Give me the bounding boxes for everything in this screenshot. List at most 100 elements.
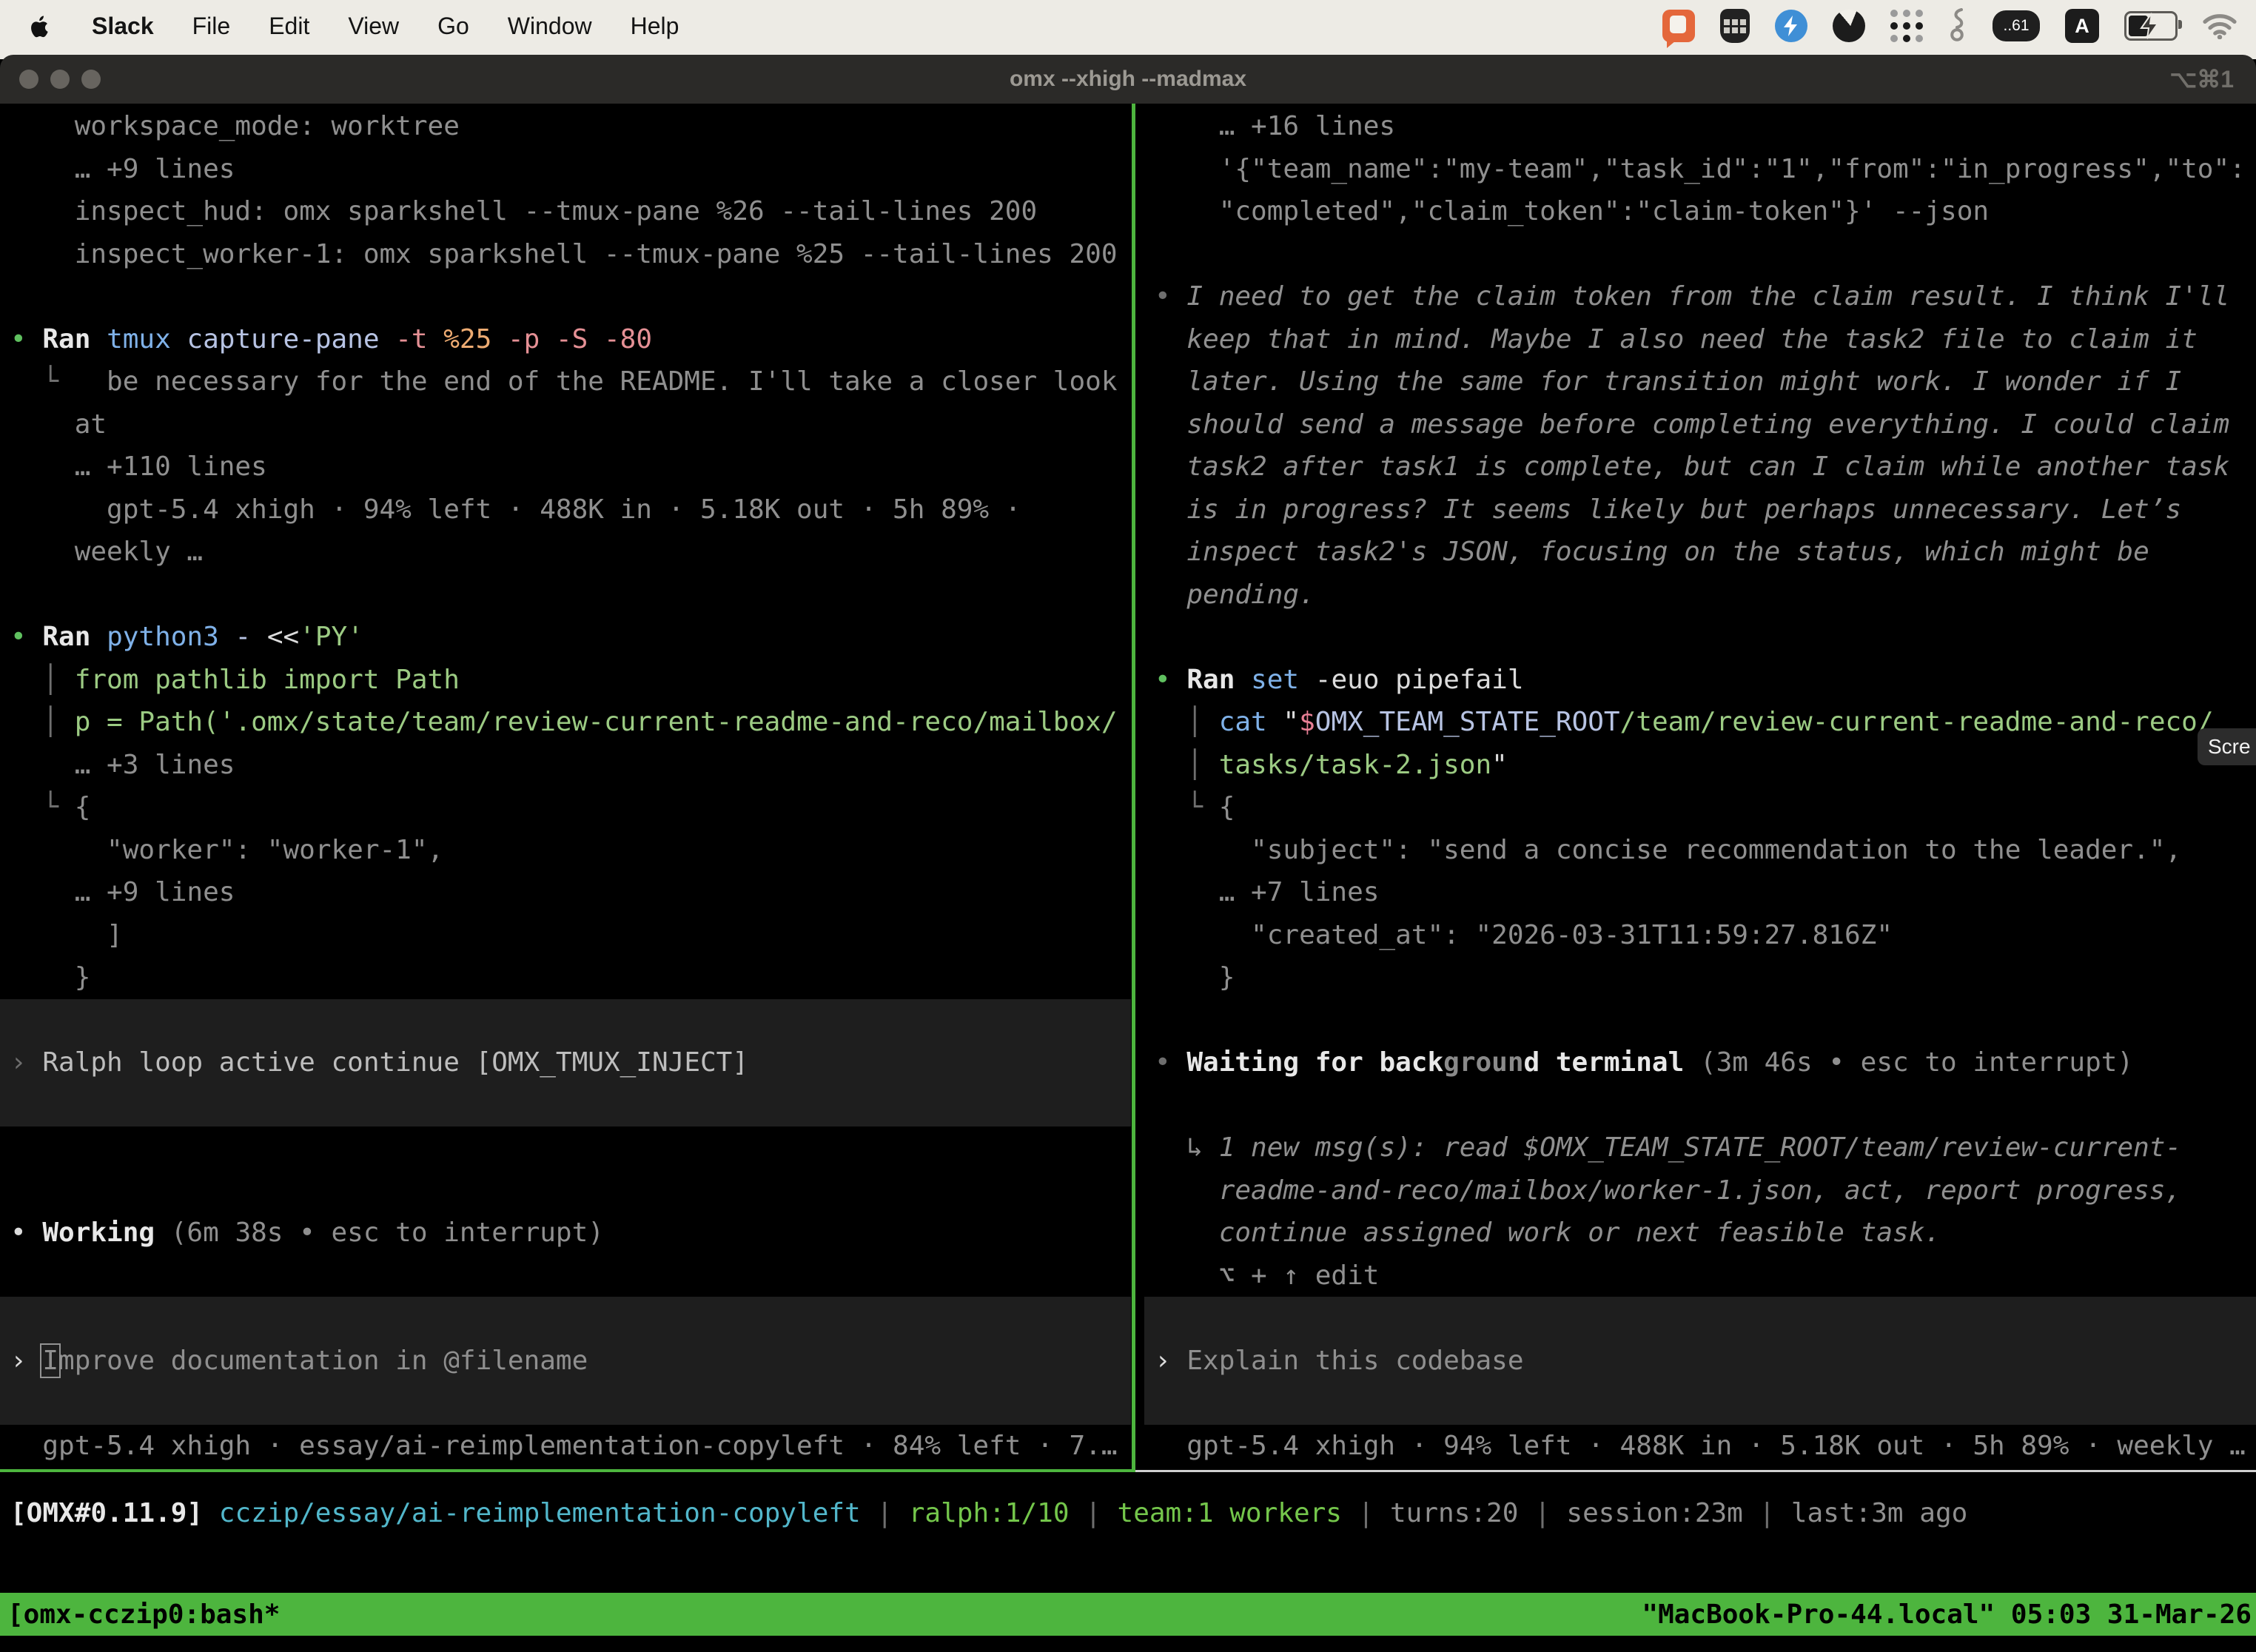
terminal-text: from pathlib import Path <box>75 665 460 695</box>
terminal-text: • <box>1155 281 1186 312</box>
terminal-text: Waiting for back <box>1186 1047 1443 1078</box>
terminal-line: │ p = Path('.omx/state/team/review-curre… <box>10 701 1131 744</box>
prompt-band[interactable]: › Improve documentation in @filename <box>0 1297 1131 1425</box>
menu-item-help[interactable]: Help <box>631 13 679 40</box>
terminal-text: " <box>1491 750 1508 780</box>
terminal-line: gpt-5.4 xhigh · 94% left · 488K in · 5.1… <box>1155 1425 2256 1468</box>
prompt-band[interactable]: › Ralph loop active continue [OMX_TMUX_I… <box>0 999 1131 1127</box>
tmux-host-clock: "MacBook-Pro-44.local" 05:03 31-Mar-26 <box>1642 1599 2256 1630</box>
terminal-line: ↳ 1 new msg(s): read $OMX_TEAM_STATE_ROO… <box>1155 1126 2256 1169</box>
window-titlebar[interactable]: omx --xhigh --madmax ⌥⌘1 <box>0 55 2256 104</box>
chat-app-icon[interactable] <box>1662 10 1695 42</box>
terminal-text: OMX_TEAM_STATE_ROOT <box>1315 707 1620 737</box>
dots-grid-icon[interactable] <box>1890 10 1923 42</box>
terminal-text: continue assigned work or next feasible … <box>1155 1218 1941 1248</box>
terminal-text: } <box>10 962 90 993</box>
squiggle-icon[interactable] <box>1948 8 1967 44</box>
terminal-text: • <box>1155 1047 1186 1078</box>
terminal-text: $ <box>1299 707 1315 737</box>
bolt-badge-icon[interactable] <box>1775 10 1807 42</box>
terminal-line: … +3 lines <box>10 744 1131 787</box>
terminal-line: │ tasks/task-2.json" <box>1155 744 2256 787</box>
terminal-line: • Ran python3 - <<'PY' <box>10 616 1131 659</box>
terminal-text: { <box>75 792 91 822</box>
apple-menu-icon[interactable] <box>27 9 53 43</box>
terminal-text: … +3 lines <box>10 750 235 780</box>
usage-badge[interactable]: ..61 <box>1993 10 2040 41</box>
terminal-line <box>10 1126 1131 1169</box>
terminal-text: Ran <box>1186 665 1251 695</box>
terminal-text: be necessary for the end of the README. … <box>58 366 1117 397</box>
terminal-line: • Ran set -euo pipefail <box>1155 659 2256 702</box>
terminal-line: • Ran tmux capture-pane -t %25 -p -S -80 <box>10 318 1131 361</box>
shield-grid-icon[interactable] <box>1720 9 1750 43</box>
menu-item-slack[interactable]: Slack <box>92 13 154 40</box>
terminal-text: "created_at": "2026-03-31T11:59:27.816Z" <box>1155 920 1893 950</box>
menu-item-go[interactable]: Go <box>437 13 469 40</box>
terminal-line: at <box>10 403 1131 446</box>
wifi-icon[interactable] <box>2203 13 2237 39</box>
terminal-text: | <box>1070 1498 1118 1528</box>
terminal-line: • I need to get the claim token from the… <box>1155 275 2256 318</box>
terminal-text: Explain this codebase <box>1186 1346 1523 1376</box>
terminal-text: " <box>1283 707 1299 737</box>
terminal-line: │ cat "$OMX_TEAM_STATE_ROOT/team/review-… <box>1155 701 2256 744</box>
terminal-line: … +9 lines <box>10 871 1131 914</box>
terminal-line: … +9 lines <box>10 148 1131 191</box>
terminal-text: | <box>861 1498 909 1528</box>
menu-item-window[interactable]: Window <box>508 13 592 40</box>
terminal-text: keep that in mind. Maybe I also need the… <box>1155 324 2198 355</box>
terminal-text: › <box>10 1346 42 1376</box>
keyboard-layout-icon[interactable]: A <box>2065 9 2099 43</box>
terminal-text: Ralph loop active continue [OMX_TMUX_INJ… <box>42 1047 748 1078</box>
terminal-text: { <box>1219 792 1235 822</box>
terminal-text: … +9 lines <box>10 877 235 907</box>
terminal-text: workspace_mode: worktree <box>10 111 460 141</box>
status-icons: ..61 A <box>1662 8 2256 44</box>
pie-menu-icon[interactable] <box>1833 10 1865 42</box>
terminal-text: gpt-5.4 xhigh · essay/ai-reimplementatio… <box>10 1431 1118 1461</box>
terminal-line: should send a message before completing … <box>1155 403 2256 446</box>
terminal-text: • <box>10 622 42 652</box>
tmux-status-bar: [omx-cczip0:bash* "MacBook-Pro-44.local"… <box>0 1593 2256 1636</box>
terminal-text: session:23m <box>1566 1498 1742 1528</box>
prompt-band[interactable]: › Explain this codebase <box>1144 1297 2256 1425</box>
terminal-text: Ran <box>42 324 107 355</box>
terminal-line: } <box>10 956 1131 999</box>
terminal-text: mprove documentation in @filename <box>58 1346 588 1376</box>
terminal-text: I <box>42 1346 58 1376</box>
terminal-line: … +7 lines <box>1155 871 2256 914</box>
menu-item-view[interactable]: View <box>348 13 399 40</box>
terminal-line: readme-and-reco/mailbox/worker-1.json, a… <box>1155 1169 2256 1212</box>
terminal-text: | <box>1743 1498 1791 1528</box>
terminal-line: later. Using the same for transition mig… <box>1155 360 2256 403</box>
terminal-text: /team/review-current-readme-and-reco/ <box>1620 707 2214 737</box>
terminal-text: is in progress? It seems likely but perh… <box>1155 494 2181 525</box>
terminal-text: • <box>10 324 42 355</box>
menu-item-edit[interactable]: Edit <box>269 13 309 40</box>
terminal-text: inspect_hud: omx sparkshell --tmux-pane … <box>10 196 1037 226</box>
terminal-text: … +7 lines <box>1155 877 1379 907</box>
menu-item-file[interactable]: File <box>192 13 231 40</box>
terminal-text: (6m 38s • esc to interrupt) <box>171 1218 604 1248</box>
terminal-text: inspect_worker-1: omx sparkshell --tmux-… <box>10 239 1118 269</box>
terminal-text: │ <box>10 707 75 737</box>
terminal-text: -t <box>395 324 443 355</box>
battery-icon[interactable] <box>2124 11 2178 41</box>
terminal-text: gpt-5.4 xhigh · 94% left · 488K in · 5.1… <box>10 494 1021 525</box>
terminal-line: '{"team_name":"my-team","task_id":"1","f… <box>1155 148 2256 191</box>
terminal-text: └ <box>10 792 75 822</box>
tmux-session-label: [omx-cczip0:bash* <box>0 1599 280 1630</box>
terminal-line: • Working (6m 38s • esc to interrupt) <box>10 1212 1131 1255</box>
terminal-pane-right[interactable]: … +16 lines '{"team_name":"my-team","tas… <box>1144 104 2256 1471</box>
terminal-pane-left[interactable]: workspace_mode: worktree … +9 lines insp… <box>0 104 1131 1471</box>
terminal-line: workspace_mode: worktree <box>10 105 1131 148</box>
terminal-line: task2 after task1 is complete, but can I… <box>1155 446 2256 488</box>
menu-items: Slack File Edit View Go Window Help <box>0 9 679 43</box>
window-title: omx --xhigh --madmax <box>0 67 2256 92</box>
terminal-text: Ran <box>42 622 107 652</box>
terminal-text: -euo pipefail <box>1315 665 1524 695</box>
terminal-line: keep that in mind. Maybe I also need the… <box>1155 318 2256 361</box>
terminal-text: pending. <box>1155 580 1315 610</box>
pane-divider[interactable] <box>1132 104 1135 1472</box>
